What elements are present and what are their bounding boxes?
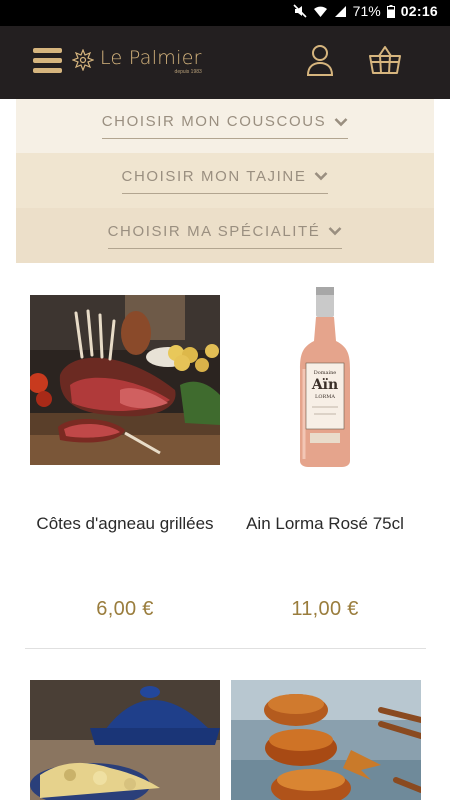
battery-percent: 71% [352, 3, 381, 19]
signal-icon [334, 5, 346, 17]
product-image-dessert[interactable] [231, 680, 421, 800]
mute-icon [293, 4, 307, 18]
basket-icon[interactable] [368, 45, 402, 75]
flower-logo-icon [72, 49, 94, 71]
user-icon[interactable] [306, 44, 334, 76]
wine-label-line1: Domaine [314, 370, 337, 376]
brand-subtitle: depuis 1983 [174, 69, 202, 75]
brand-logo[interactable]: Le Palmier depuis 1983 [72, 45, 202, 81]
battery-icon [386, 4, 395, 18]
dropdown-couscous-label: CHOISIR MON COUSCOUS [101, 113, 327, 130]
row-divider [25, 648, 426, 649]
dropdown-couscous[interactable]: CHOISIR MON COUSCOUS [16, 99, 434, 153]
wine-label-line2: Aïn [311, 377, 338, 393]
product-price-lamb: 6,00 € [96, 598, 154, 620]
dropdown-specialite-label: CHOISIR MA SPÉCIALITÉ [107, 222, 321, 240]
dropdown-tajine-label: CHOISIR MON TAJINE [121, 167, 307, 185]
product-price-wine: 11,00 € [291, 598, 359, 620]
wine-label-line3: LORMA [315, 394, 335, 400]
dropdown-tajine[interactable]: CHOISIR MON TAJINE [16, 153, 434, 208]
product-name-wine[interactable]: Ain Lorma Rosé 75cl [220, 513, 430, 534]
chevron-down-icon [315, 172, 328, 181]
status-bar: 71% 02:16 [0, 0, 450, 26]
chevron-down-icon [328, 227, 342, 236]
app-header: Le Palmier depuis 1983 [0, 26, 450, 99]
product-image-wine[interactable]: Domaine Aïn LORMA [230, 283, 420, 468]
status-icons: 71% 02:16 [293, 3, 438, 19]
category-dropdowns: CHOISIR MON COUSCOUS CHOISIR MON TAJINE … [16, 99, 434, 263]
product-image-tajine[interactable] [30, 680, 220, 800]
brand-name: Le Palmier [100, 47, 202, 69]
chevron-down-icon [334, 117, 348, 126]
product-name-lamb[interactable]: Côtes d'agneau grillées [20, 513, 230, 534]
wifi-icon [313, 6, 327, 17]
hamburger-menu-icon[interactable] [33, 48, 62, 73]
dropdown-specialite[interactable]: CHOISIR MA SPÉCIALITÉ [16, 208, 434, 263]
product-image-lamb[interactable] [30, 295, 220, 465]
status-time: 02:16 [400, 3, 438, 19]
